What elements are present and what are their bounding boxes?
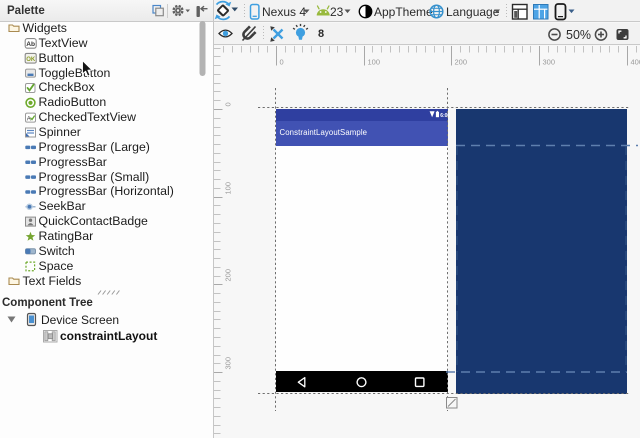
svg-text:0: 0 (280, 58, 284, 67)
svg-text:OK: OK (26, 57, 36, 63)
svg-text:200: 200 (224, 269, 233, 282)
svg-text:0: 0 (224, 102, 233, 106)
svg-text:400: 400 (631, 58, 640, 67)
svg-text:100: 100 (224, 182, 233, 195)
svg-text:300: 300 (224, 357, 233, 370)
svg-text:100: 100 (368, 58, 381, 67)
svg-text:A: A (27, 116, 31, 122)
svg-text:6:00: 6:00 (440, 113, 450, 119)
svg-text:Ab: Ab (26, 41, 35, 48)
svg-text:200: 200 (455, 58, 468, 67)
svg-text:300: 300 (543, 58, 556, 67)
